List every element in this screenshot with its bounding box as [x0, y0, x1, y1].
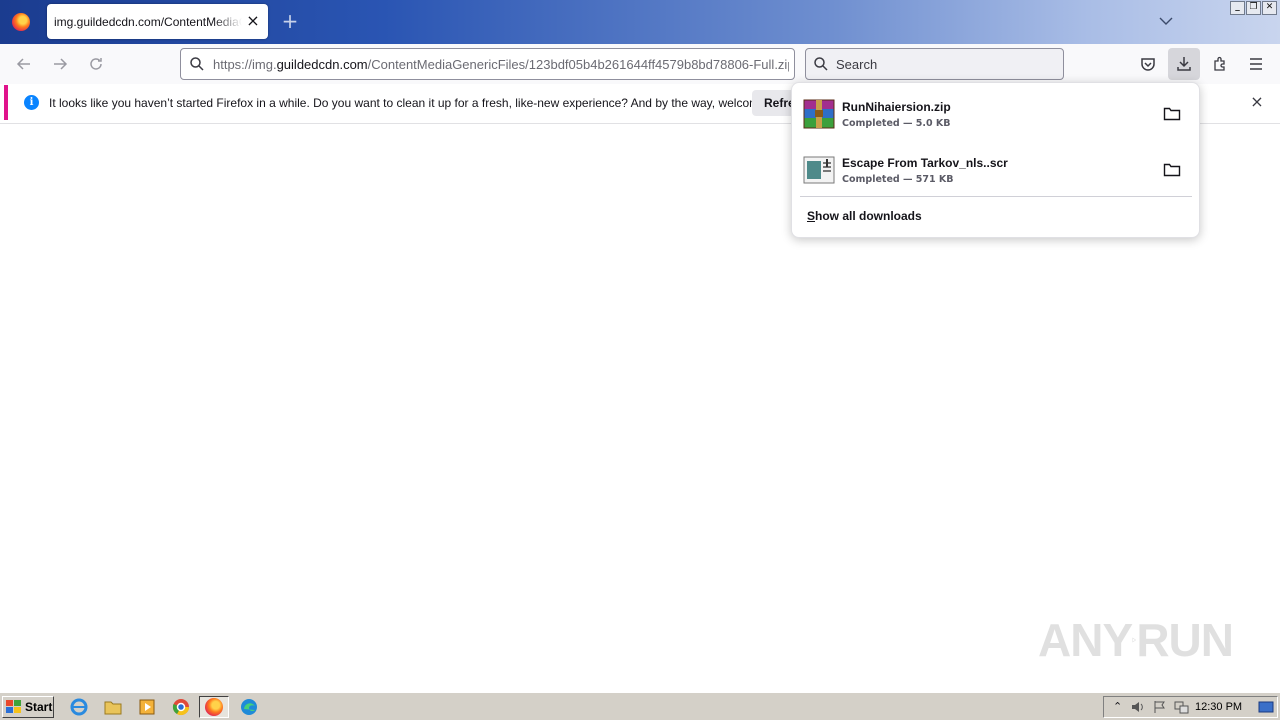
back-arrow-icon[interactable]	[14, 54, 34, 74]
taskbar: Start ⌃ 12:30 PM	[0, 692, 1280, 720]
url-text: https://img.guildedcdn.com/ContentMediaG…	[213, 57, 789, 72]
folder-icon[interactable]	[1163, 162, 1181, 178]
show-desktop-icon[interactable]	[1258, 700, 1274, 714]
system-tray: ⌃ 12:30 PM	[1103, 696, 1278, 718]
tab-active[interactable]: img.guildedcdn.com/ContentMediaGenericFi…	[47, 4, 268, 39]
forward-arrow-icon[interactable]	[50, 54, 70, 74]
start-button[interactable]: Start	[2, 696, 54, 718]
info-icon: i	[24, 95, 39, 110]
clock: 12:30 PM	[1195, 701, 1243, 713]
url-bar[interactable]: https://img.guildedcdn.com/ContentMediaG…	[180, 48, 795, 80]
firefox-view-button[interactable]	[0, 0, 42, 44]
notification-message: It looks like you haven’t started Firefo…	[49, 95, 798, 110]
search-icon	[806, 56, 836, 72]
search-icon	[181, 56, 213, 72]
pocket-icon[interactable]	[1132, 48, 1164, 80]
search-placeholder: Search	[836, 56, 878, 72]
close-icon[interactable]: ×	[1250, 94, 1264, 110]
download-filename: Escape From Tarkov_nls..scr	[842, 156, 1008, 170]
watermark-left: ANY	[1038, 614, 1133, 666]
close-window-icon[interactable]: ✕	[1262, 1, 1277, 15]
access-key: S	[807, 209, 816, 223]
restore-icon[interactable]: ❐	[1246, 1, 1261, 15]
downloads-panel: RunNihaiersion.zip Completed — 5.0 KB Es…	[791, 82, 1200, 238]
firefox-icon[interactable]	[199, 696, 229, 718]
file-explorer-icon[interactable]	[98, 696, 128, 718]
search-input[interactable]: Search	[805, 48, 1064, 80]
download-status: Completed — 5.0 KB	[842, 118, 951, 129]
url-host: guildedcdn.com	[276, 56, 368, 72]
download-item[interactable]: Escape From Tarkov_nls..scr Completed — …	[792, 142, 1201, 196]
url-prefix: https://img.	[213, 56, 277, 72]
media-player-icon[interactable]	[132, 696, 162, 718]
title-bar: img.guildedcdn.com/ContentMediaGenericFi…	[0, 0, 1280, 44]
reload-icon[interactable]	[86, 54, 106, 74]
network-icon[interactable]	[1174, 700, 1190, 714]
firefox-icon	[12, 13, 30, 31]
edge-icon[interactable]	[234, 696, 264, 718]
firefox-logo	[205, 698, 223, 716]
internet-explorer-icon[interactable]	[64, 696, 94, 718]
hamburger-menu-icon[interactable]	[1240, 48, 1272, 80]
chevron-down-icon[interactable]	[1157, 12, 1175, 30]
divider	[800, 196, 1192, 197]
screensaver-file-icon	[803, 154, 835, 186]
new-tab-icon[interactable]: +	[280, 11, 300, 31]
nav-bar: https://img.guildedcdn.com/ContentMediaG…	[0, 44, 1280, 84]
window-controls: _ ❐ ✕	[1230, 1, 1277, 15]
url-path: /ContentMediaGenericFiles/123bdf05b4b261…	[367, 56, 789, 72]
close-tab-icon[interactable]: ×	[246, 13, 260, 29]
speaker-icon[interactable]	[1130, 700, 1146, 714]
winrar-archive-icon	[803, 98, 835, 130]
show-all-downloads-button[interactable]: Show all downloads	[807, 209, 922, 223]
windows-logo-icon	[6, 700, 21, 713]
chrome-icon[interactable]	[166, 696, 196, 718]
folder-icon[interactable]	[1163, 106, 1181, 122]
tab-title: img.guildedcdn.com/ContentMediaGenericFi…	[54, 14, 242, 29]
download-item[interactable]: RunNihaiersion.zip Completed — 5.0 KB	[792, 86, 1201, 140]
anyrun-watermark: ANY RUN	[1038, 605, 1234, 675]
download-status: Completed — 571 KB	[842, 174, 954, 185]
extensions-icon[interactable]	[1204, 48, 1236, 80]
start-label: Start	[25, 700, 53, 714]
download-filename: RunNihaiersion.zip	[842, 100, 951, 114]
show-all-label: how all downloads	[815, 209, 922, 223]
minimize-icon[interactable]: _	[1230, 1, 1245, 15]
watermark-right: RUN	[1136, 614, 1234, 666]
flag-icon[interactable]	[1152, 700, 1168, 714]
chevron-up-icon[interactable]: ⌃	[1113, 700, 1122, 713]
downloads-icon[interactable]	[1168, 48, 1200, 80]
